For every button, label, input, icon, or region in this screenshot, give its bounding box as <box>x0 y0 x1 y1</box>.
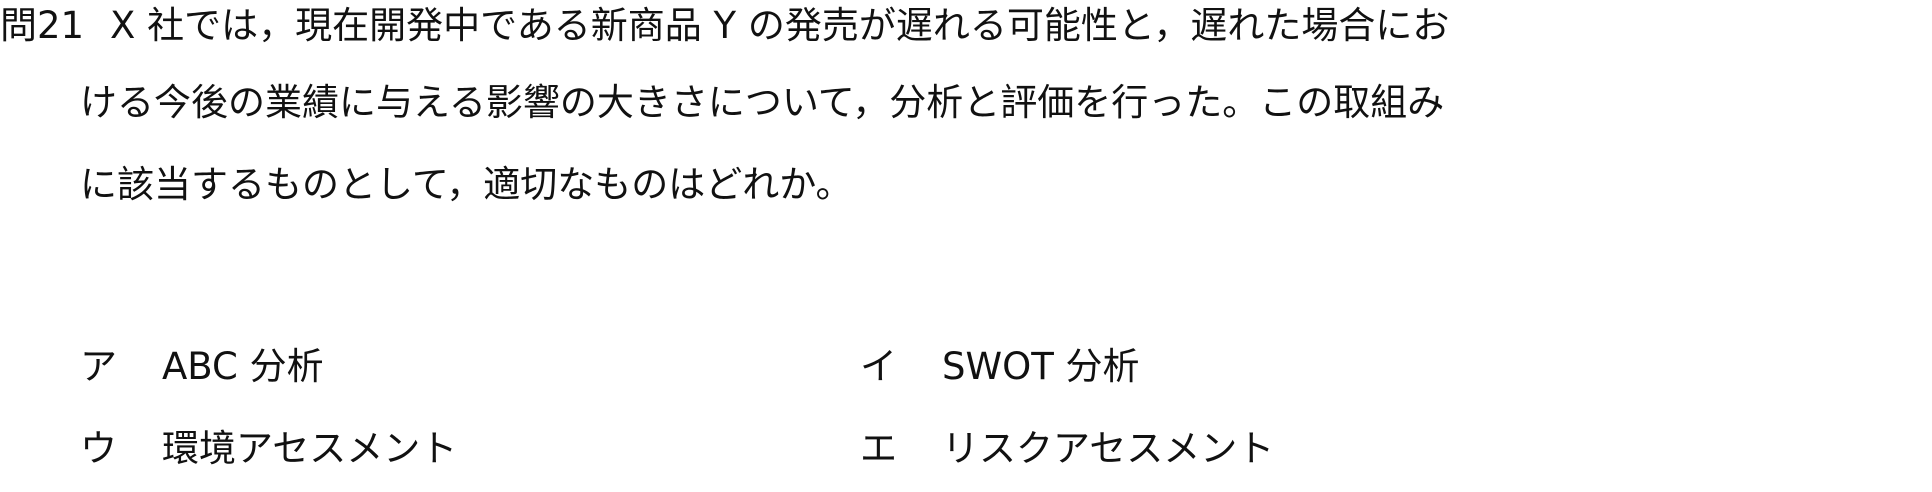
choice-a[interactable]: ア ABC 分析 <box>80 345 324 389</box>
choice-text: 環境アセスメント <box>162 427 458 470</box>
choice-text: リスクアセスメント <box>942 427 1275 470</box>
question-text-line-1: X 社では，現在開発中である新商品 Y の発売が遅れる可能性と，遅れた場合にお <box>110 4 1450 47</box>
choice-mark: ウ <box>80 427 117 470</box>
choice-mark: ア <box>80 345 117 388</box>
choice-text: ABC 分析 <box>162 345 324 388</box>
choice-mark: イ <box>860 345 897 388</box>
choice-mark: エ <box>860 427 897 470</box>
choice-u[interactable]: ウ 環境アセスメント <box>80 427 457 471</box>
choice-e[interactable]: エ リスクアセスメント <box>860 427 1274 471</box>
question-number: 問21 <box>0 4 85 47</box>
choice-text: SWOT 分析 <box>942 345 1140 388</box>
question-text-line-2: ける今後の業績に与える影響の大きさについて，分析と評価を行った。この取組み <box>80 81 1445 124</box>
choice-i[interactable]: イ SWOT 分析 <box>860 345 1140 389</box>
question-text-line-3: に該当するものとして，適切なものはどれか。 <box>80 163 853 206</box>
